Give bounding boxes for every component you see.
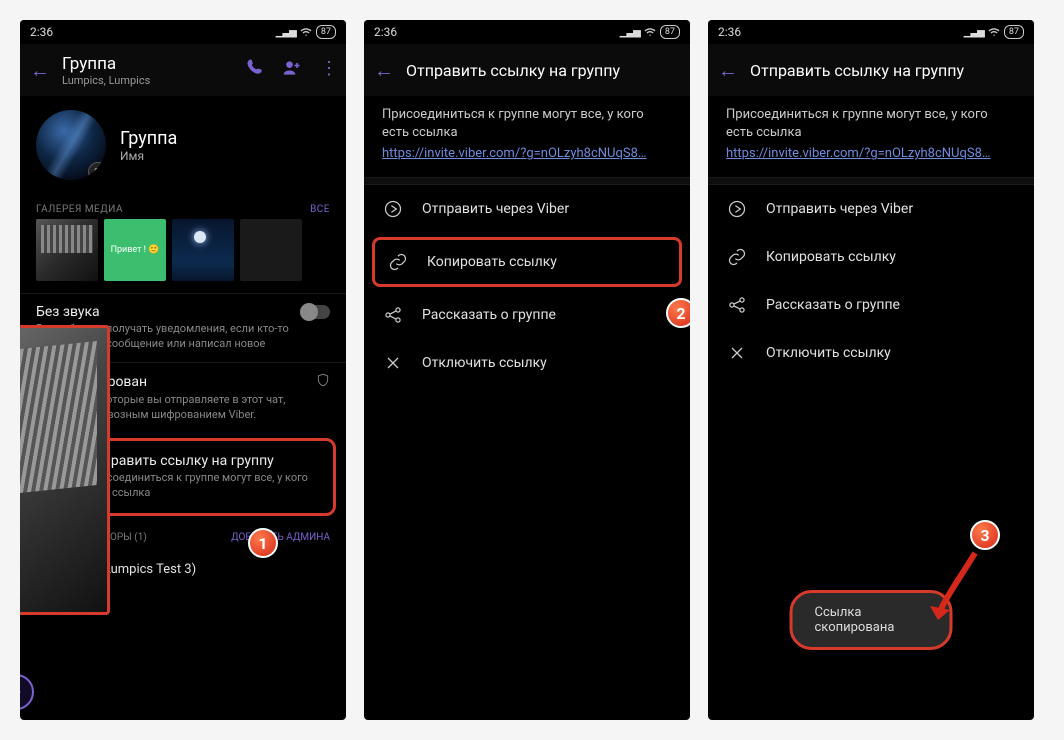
media-gallery[interactable]: Привет ! 🙂 xyxy=(20,219,346,293)
screen-title: Отправить ссылку на группу xyxy=(750,61,964,80)
option-copy-link[interactable]: Копировать ссылку xyxy=(708,233,1034,281)
status-bar: 2:36 ▁▃▅ 87 xyxy=(708,20,1034,44)
call-icon[interactable] xyxy=(246,58,264,83)
back-icon[interactable]: ← xyxy=(716,58,740,83)
header-title-block: Группа Lumpics, Lumpics xyxy=(62,54,236,87)
option-label: Рассказать о группе xyxy=(422,307,556,323)
callout-badge-3: 3 xyxy=(970,520,1000,550)
wifi-icon xyxy=(988,26,1000,38)
signal-icon: ▁▃▅ xyxy=(964,27,984,38)
status-bar: 2:36 ▁▃▅ 87 xyxy=(20,20,346,44)
top-bar: ← Группа Lumpics, Lumpics ⋮ xyxy=(20,44,346,96)
option-label: Отправить через Viber xyxy=(422,201,569,217)
divider xyxy=(364,177,690,185)
option-label: Рассказать о группе xyxy=(766,297,900,313)
callout-badge-1: 1 xyxy=(248,528,278,558)
option-send-viber[interactable]: Отправить через Viber xyxy=(364,185,690,233)
close-icon xyxy=(726,343,748,363)
media-thumb[interactable] xyxy=(172,219,234,281)
more-icon[interactable]: ⋮ xyxy=(320,58,338,83)
signal-icon: ▁▃▅ xyxy=(276,27,296,38)
status-time: 2:36 xyxy=(374,25,397,39)
option-label: Отключить ссылку xyxy=(422,355,547,371)
battery-icon: 87 xyxy=(316,25,336,39)
media-thumb[interactable] xyxy=(36,219,98,281)
play-button-icon[interactable] xyxy=(20,674,34,710)
status-bar: 2:36 ▁▃▅ 87 xyxy=(364,20,690,44)
edit-avatar-icon[interactable]: ✎ xyxy=(88,162,106,180)
phone-screen-1: 2:36 ▁▃▅ 87 ← Группа Lumpics, Lumpics ⋮ … xyxy=(20,20,346,720)
group-header: ✎ Группа Имя xyxy=(20,96,346,198)
mute-title: Без звука xyxy=(36,304,100,320)
option-copy-link[interactable]: Копировать ссылку xyxy=(372,237,682,287)
status-indicators: ▁▃▅ 87 xyxy=(620,25,680,39)
back-icon[interactable]: ← xyxy=(372,58,396,83)
option-tell[interactable]: Рассказать о группе xyxy=(708,281,1034,329)
send-icon xyxy=(382,199,404,219)
status-indicators: ▁▃▅ 87 xyxy=(964,25,1024,39)
signal-icon: ▁▃▅ xyxy=(620,27,640,38)
info-text: Присоединиться к группе могут все, у ког… xyxy=(708,96,1034,146)
shield-icon xyxy=(316,373,330,391)
status-indicators: ▁▃▅ 87 xyxy=(276,25,336,39)
add-admin-link[interactable]: ДОБАВИТЬ АДМИНА xyxy=(231,532,330,543)
screen-title: Отправить ссылку на группу xyxy=(406,61,620,80)
share-icon xyxy=(382,305,404,325)
close-icon xyxy=(382,353,404,373)
back-icon[interactable]: ← xyxy=(28,58,52,83)
media-thumb[interactable] xyxy=(240,219,302,281)
add-user-icon[interactable] xyxy=(282,58,302,83)
top-bar: ← Отправить ссылку на группу xyxy=(364,44,690,96)
mute-toggle[interactable] xyxy=(300,305,330,319)
share-link-text: Отправить ссылку на группу Присоединитьс… xyxy=(86,453,319,501)
option-send-viber[interactable]: Отправить через Viber xyxy=(708,185,1034,233)
group-name-sub: Имя xyxy=(120,149,177,163)
option-disable[interactable]: Отключить ссылку xyxy=(364,339,690,387)
top-actions: ⋮ xyxy=(246,58,338,83)
option-label: Отправить через Viber xyxy=(766,201,913,217)
callout-badge-2: 2 xyxy=(666,298,690,328)
option-disable[interactable]: Отключить ссылку xyxy=(708,329,1034,377)
gallery-all-link[interactable]: ВСЕ xyxy=(310,204,330,215)
status-time: 2:36 xyxy=(30,25,53,39)
option-label: Копировать ссылку xyxy=(427,254,557,270)
share-icon xyxy=(726,295,748,315)
header-title: Группа xyxy=(62,54,236,74)
media-thumb[interactable]: Привет ! 🙂 xyxy=(104,219,166,281)
link-icon xyxy=(387,252,409,272)
send-icon xyxy=(726,199,748,219)
battery-icon: 87 xyxy=(660,25,680,39)
wifi-icon xyxy=(300,26,312,38)
phone-screen-3: 2:36 ▁▃▅ 87 ← Отправить ссылку на группу… xyxy=(708,20,1034,720)
battery-icon: 87 xyxy=(1004,25,1024,39)
phone-screen-2: 2:36 ▁▃▅ 87 ← Отправить ссылку на группу… xyxy=(364,20,690,720)
option-label: Отключить ссылку xyxy=(766,345,891,361)
group-avatar[interactable]: ✎ xyxy=(36,110,106,180)
group-name-block: Группа Имя xyxy=(120,128,177,163)
status-time: 2:36 xyxy=(718,25,741,39)
share-title: Отправить ссылку на группу xyxy=(86,453,273,469)
group-name: Группа xyxy=(120,128,177,149)
toast-link-copied: Ссылка скопирована xyxy=(790,590,953,650)
invite-link[interactable]: https://invite.viber.com/?g=nOLzyh8cNUqS… xyxy=(364,146,690,177)
wifi-icon xyxy=(644,26,656,38)
option-tell[interactable]: Рассказать о группе xyxy=(364,291,690,339)
link-icon xyxy=(726,247,748,267)
gallery-label: ГАЛЕРЕЯ МЕДИА xyxy=(36,204,123,215)
gallery-label-row: ГАЛЕРЕЯ МЕДИА ВСЕ xyxy=(20,198,346,219)
invite-link[interactable]: https://invite.viber.com/?g=nOLzyh8cNUqS… xyxy=(708,146,1034,177)
share-desc: Присоединиться к группе могут все, у ког… xyxy=(86,471,319,501)
floating-media-preview[interactable]: 5:24 xyxy=(20,325,110,615)
header-subtitle: Lumpics, Lumpics xyxy=(62,74,236,87)
top-bar: ← Отправить ссылку на группу xyxy=(708,44,1034,96)
option-label: Копировать ссылку xyxy=(766,249,896,265)
info-text: Присоединиться к группе могут все, у ког… xyxy=(364,96,690,146)
divider xyxy=(708,177,1034,185)
